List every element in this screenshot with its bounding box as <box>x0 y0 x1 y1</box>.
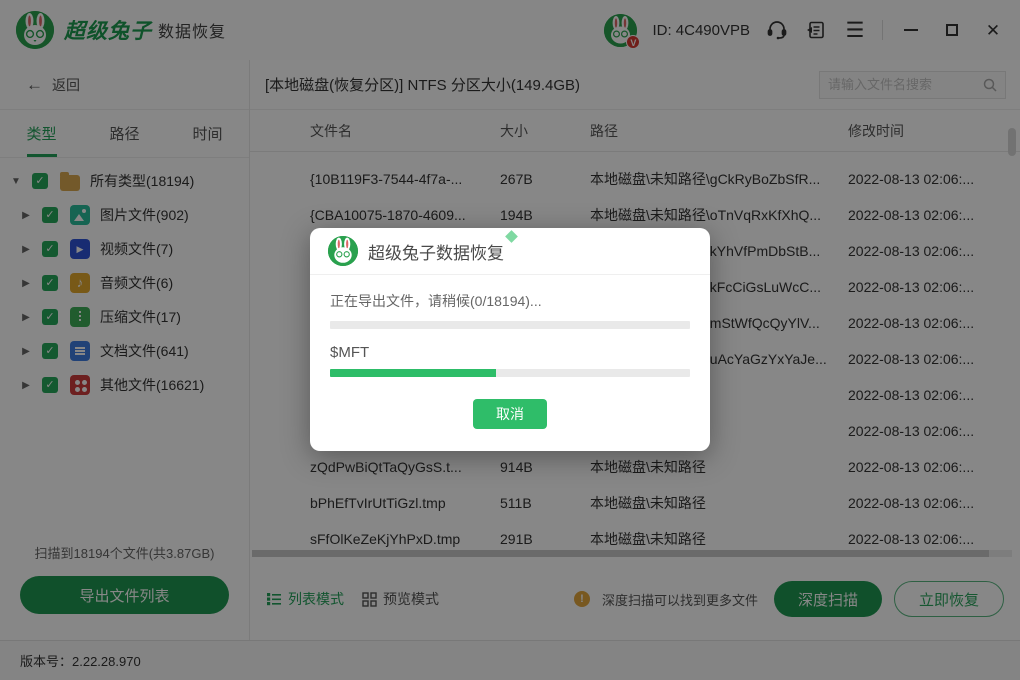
export-file-progress-fill <box>330 369 496 377</box>
dialog-title: 超级兔子数据恢复 <box>368 239 504 264</box>
dialog-logo-icon <box>328 236 358 266</box>
export-total-progress <box>330 321 690 329</box>
export-status-text: 正在导出文件，请稍候(0/18194)... <box>330 291 690 311</box>
sparkle-icon <box>505 230 518 243</box>
export-file-progress <box>330 369 690 377</box>
cancel-button[interactable]: 取消 <box>473 399 547 429</box>
app-window: 超级兔子 数据恢复 V ID: 4C490VPB <box>0 0 1020 680</box>
current-file-name: $MFT <box>330 344 690 361</box>
export-progress-dialog: 超级兔子数据恢复 正在导出文件，请稍候(0/18194)... $MFT 取消 <box>310 228 710 451</box>
